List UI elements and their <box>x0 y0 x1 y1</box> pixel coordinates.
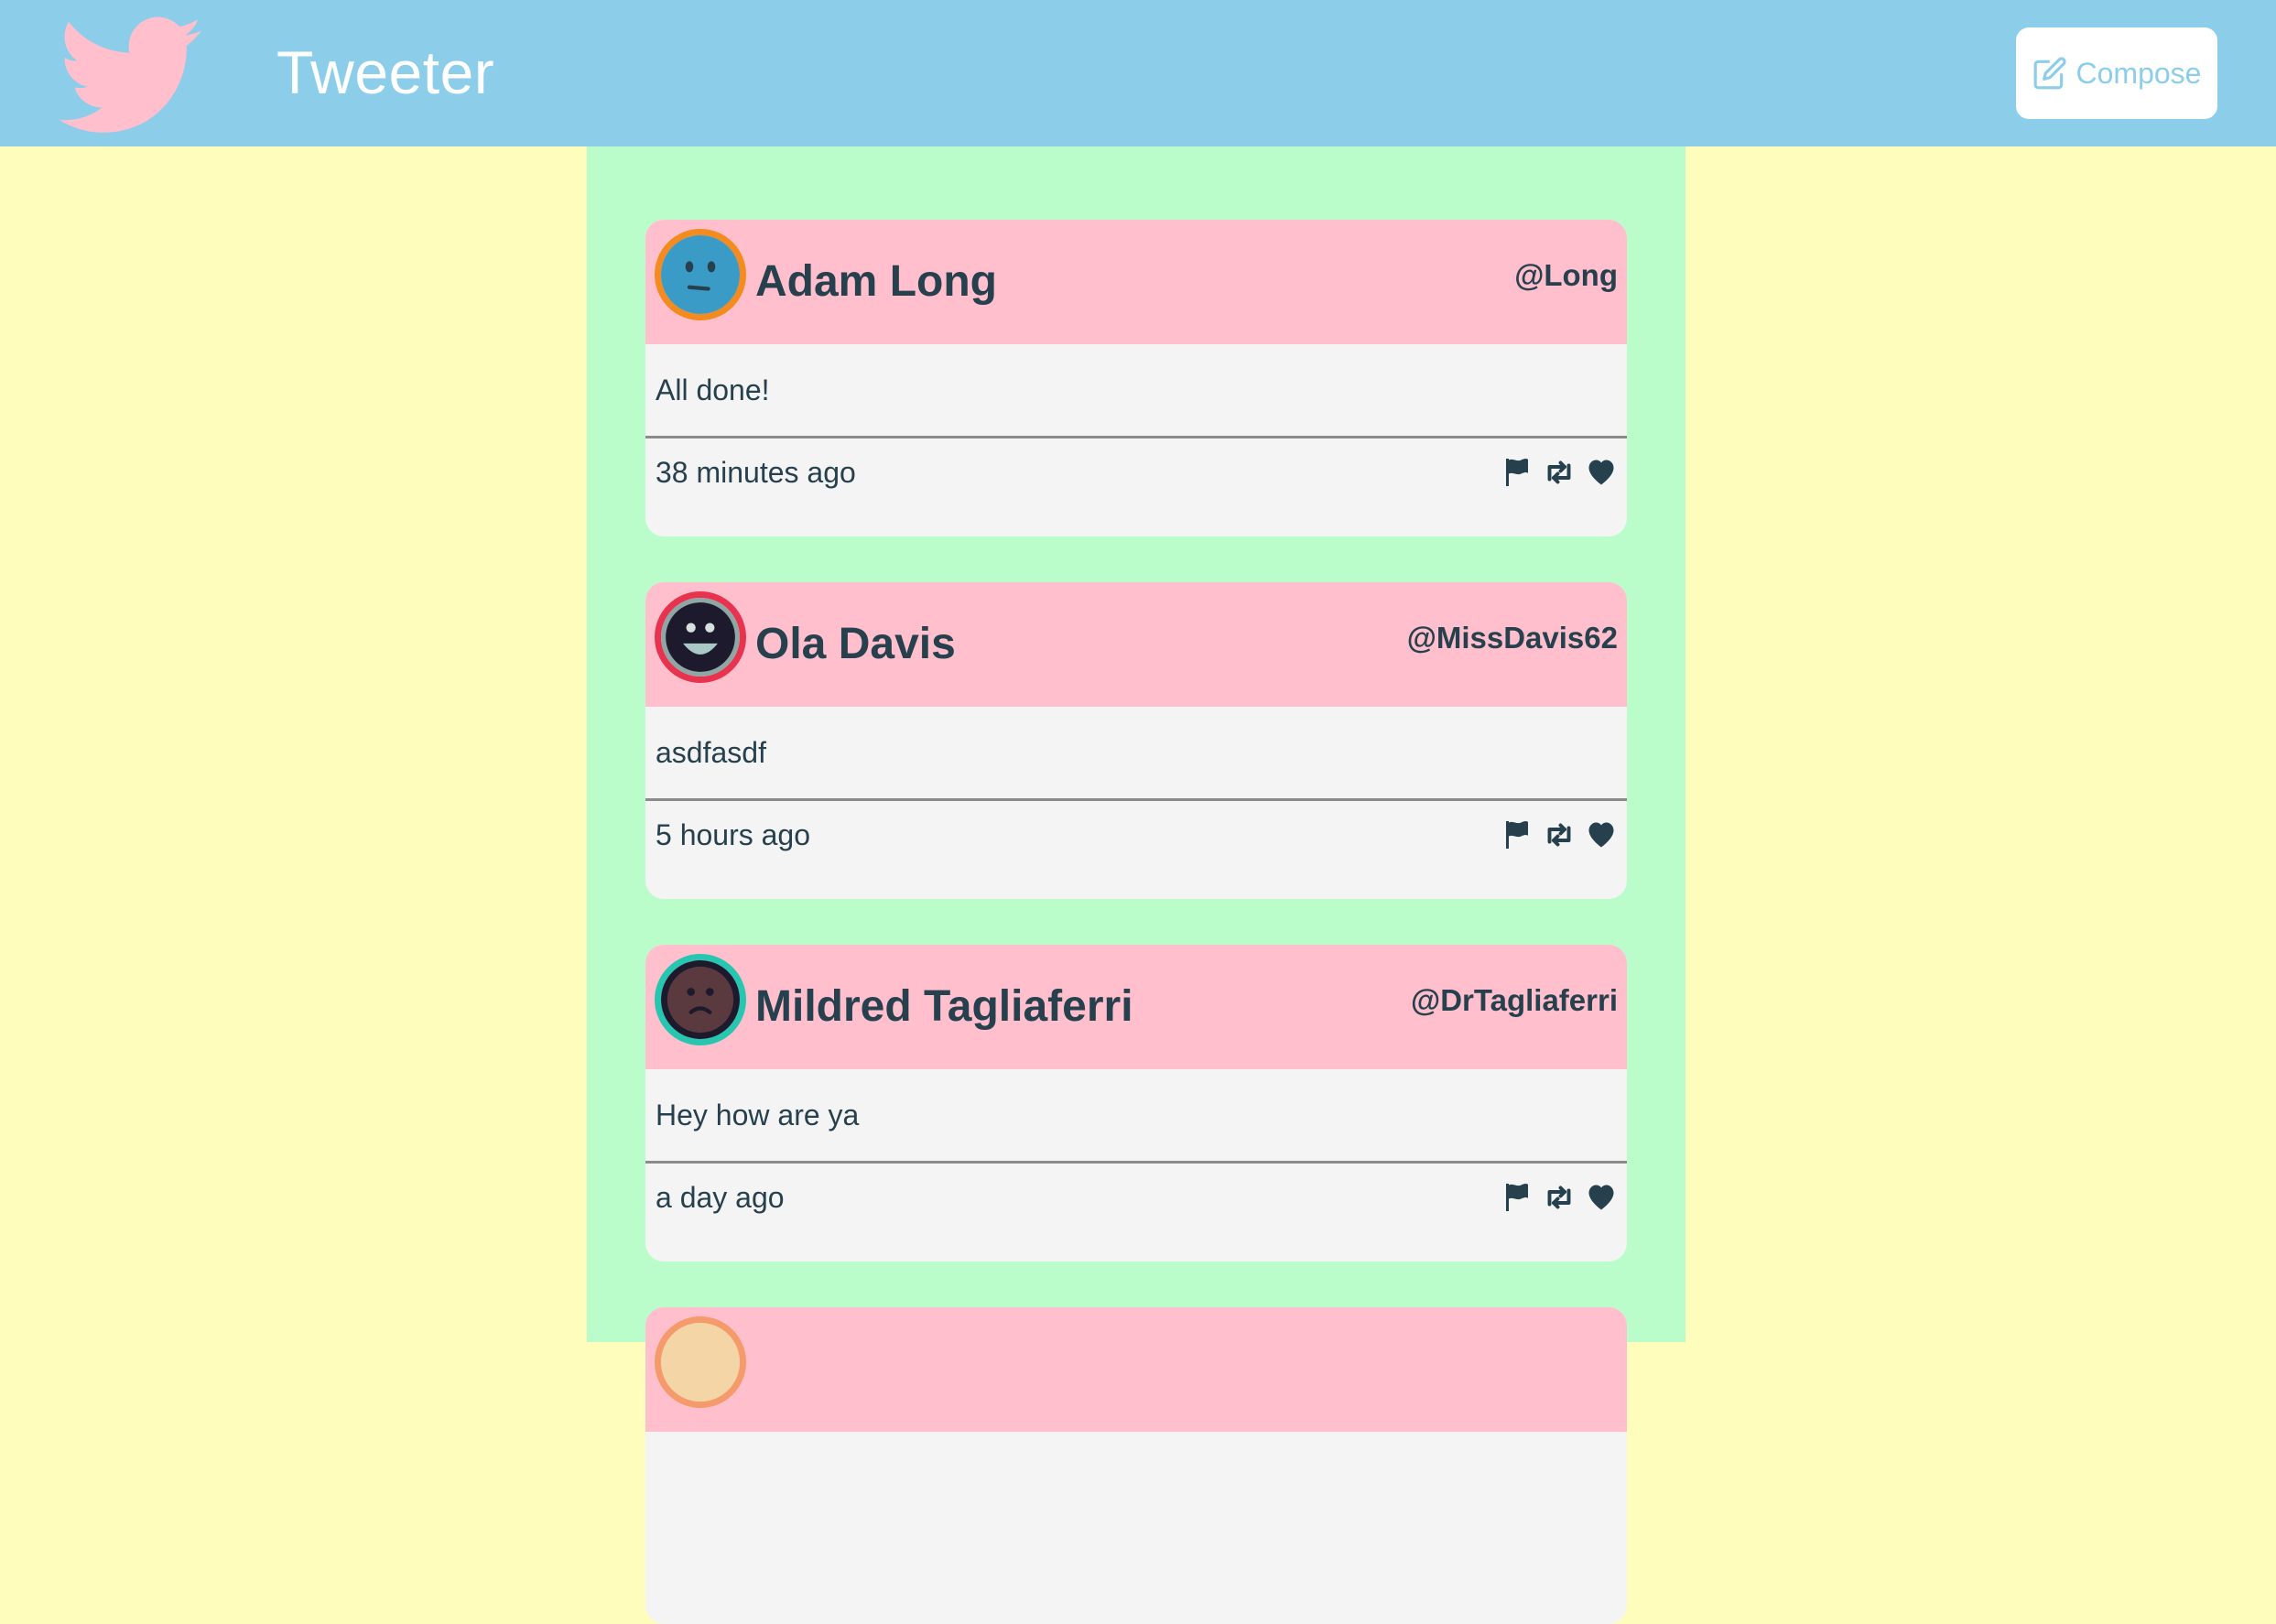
flag-icon[interactable] <box>1501 1181 1534 1214</box>
tweet-actions <box>1501 456 1618 489</box>
bird-logo-icon <box>59 16 201 133</box>
tweet-card: Mildred Tagliaferri @DrTagliaferri Hey h… <box>645 945 1627 1261</box>
divider <box>645 436 1627 438</box>
app-title: Tweeter <box>276 38 495 106</box>
tweet-timestamp: 5 hours ago <box>656 818 811 851</box>
compose-button[interactable]: Compose <box>2016 27 2217 119</box>
tweet-text: asdfasdf <box>656 736 766 769</box>
author-name: Adam Long <box>755 257 997 306</box>
tweet-text: All done! <box>656 374 770 406</box>
tweet-text: Hey how are ya <box>656 1099 860 1131</box>
avatar <box>655 229 746 320</box>
navbar: Tweeter Compose <box>0 0 2276 146</box>
heart-icon[interactable] <box>1585 456 1618 489</box>
heart-icon[interactable] <box>1585 818 1618 851</box>
flag-icon[interactable] <box>1501 456 1534 489</box>
avatar-face-icon <box>661 960 740 1039</box>
flag-icon[interactable] <box>1501 818 1534 851</box>
brand[interactable]: Tweeter <box>57 16 494 135</box>
divider <box>645 798 1627 801</box>
heart-icon[interactable] <box>1585 1181 1618 1214</box>
avatar <box>655 954 746 1045</box>
tweet-card: Adam Long @Long All done! 38 minutes ago <box>645 220 1627 536</box>
author-handle[interactable]: @MissDavis62 <box>1407 621 1618 655</box>
tweet-header <box>645 1307 1627 1432</box>
tweet-timestamp: a day ago <box>656 1181 785 1214</box>
divider <box>645 1161 1627 1164</box>
avatar-face-icon <box>661 598 740 677</box>
edit-icon <box>2033 57 2066 90</box>
tweet-card <box>645 1307 1627 1624</box>
tweet-timestamp: 38 minutes ago <box>656 456 856 489</box>
tweet-actions <box>1501 1181 1618 1214</box>
tweet-header: Adam Long @Long <box>645 220 1627 344</box>
author-handle[interactable]: @Long <box>1514 258 1618 293</box>
avatar <box>655 1316 746 1408</box>
retweet-icon[interactable] <box>1543 1181 1576 1214</box>
retweet-icon[interactable] <box>1543 818 1576 851</box>
author-name: Mildred Tagliaferri <box>755 982 1133 1031</box>
avatar-face-icon <box>661 1323 740 1402</box>
tweet-header: Mildred Tagliaferri @DrTagliaferri <box>645 945 1627 1069</box>
tweet-feed: Adam Long @Long All done! 38 minutes ago <box>587 146 1685 1624</box>
retweet-icon[interactable] <box>1543 456 1576 489</box>
author-name: Ola Davis <box>755 620 956 668</box>
tweet-header: Ola Davis @MissDavis62 <box>645 582 1627 707</box>
author-handle[interactable]: @DrTagliaferri <box>1411 983 1618 1018</box>
tweet-actions <box>1501 818 1618 851</box>
avatar-face-icon <box>661 235 740 314</box>
compose-label: Compose <box>2075 56 2202 90</box>
tweet-card: Ola Davis @MissDavis62 asdfasdf 5 hours … <box>645 582 1627 899</box>
avatar <box>655 591 746 683</box>
